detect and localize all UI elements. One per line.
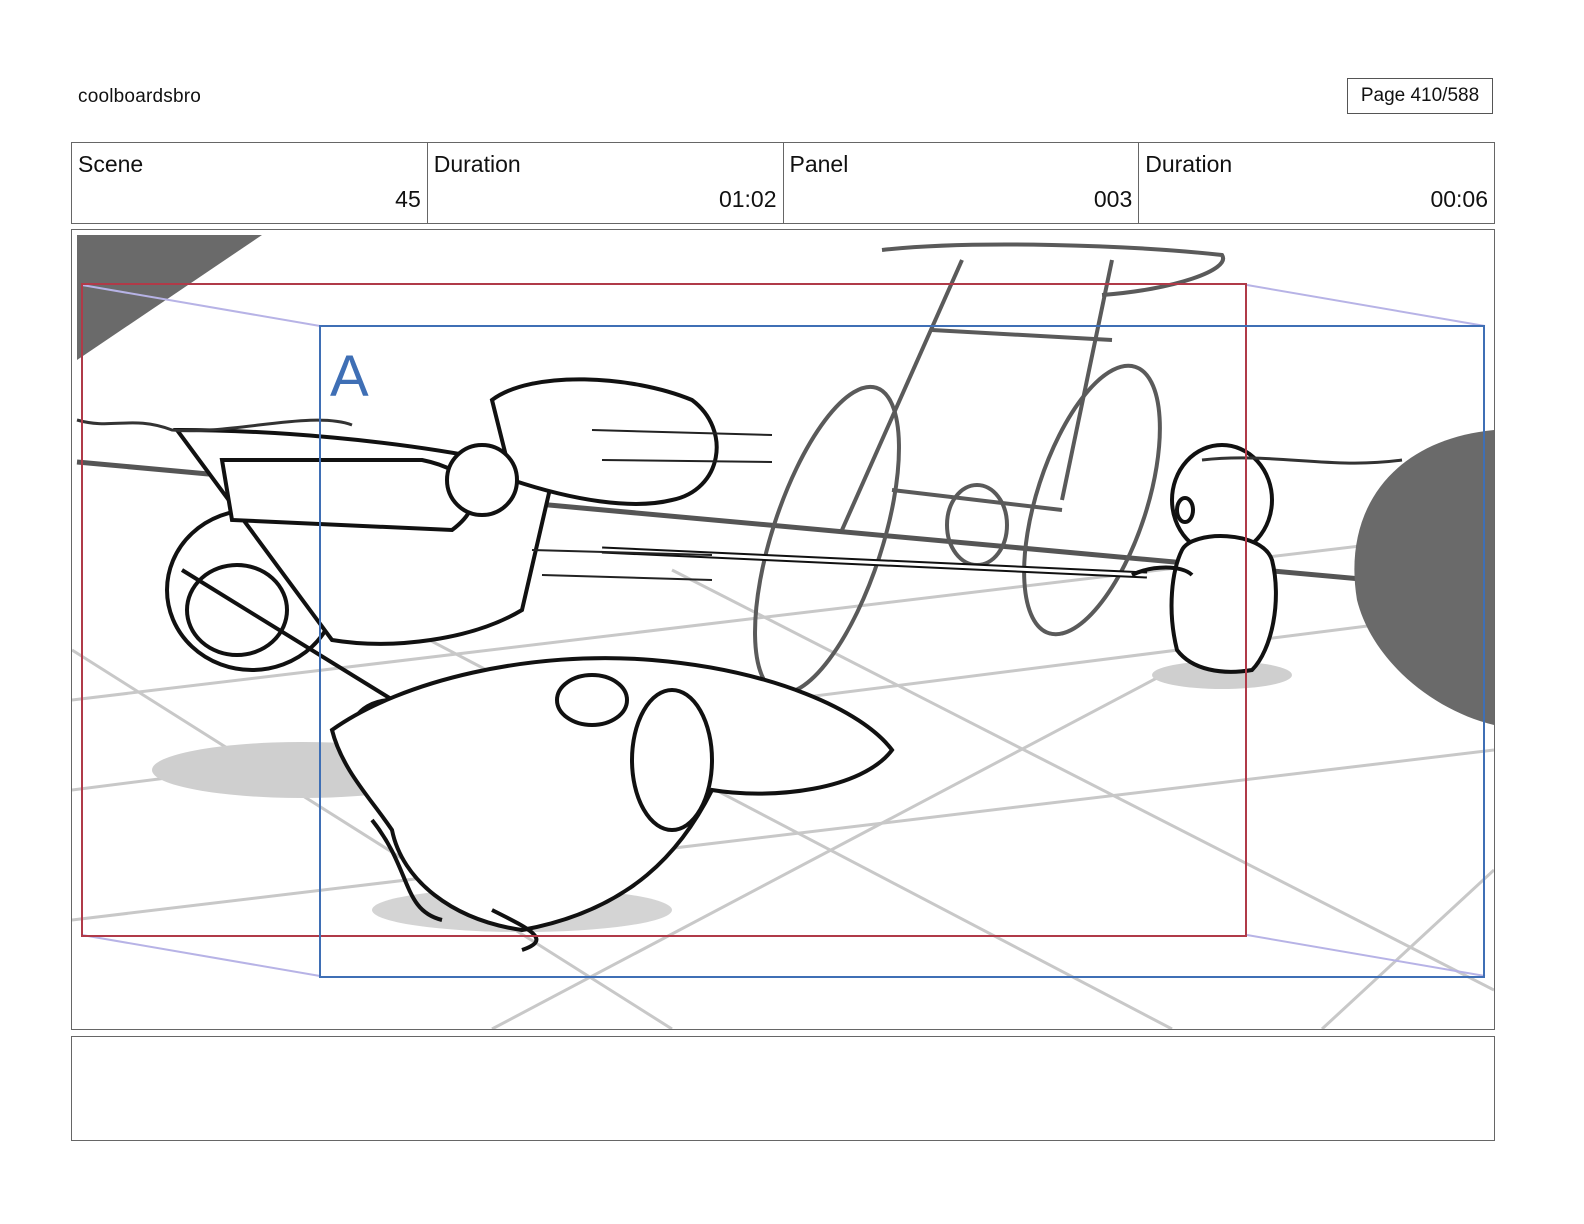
scene-duration-label: Duration xyxy=(433,151,521,177)
scene-duration-value: 01:02 xyxy=(718,186,777,212)
panel-duration-cell: Duration 00:06 xyxy=(1139,143,1494,223)
storyboard-panel: A xyxy=(71,229,1495,1030)
panel-drawing: A xyxy=(72,235,1494,1029)
bicycle-drawing xyxy=(753,242,1226,696)
background-sketch-line xyxy=(76,418,353,433)
panel-cell: Panel 003 xyxy=(784,143,1140,223)
scene-label: Scene xyxy=(78,151,144,177)
scene-cell: Scene 45 xyxy=(72,143,428,223)
scene-value: 45 xyxy=(395,186,421,212)
project-name: coolboardsbro xyxy=(78,86,202,107)
notes-box xyxy=(71,1036,1495,1141)
camera-frame-label: A xyxy=(330,344,369,409)
panel-duration-label: Duration xyxy=(1145,151,1233,177)
panel-value: 003 xyxy=(1093,186,1133,212)
panel-duration-value: 00:06 xyxy=(1430,186,1488,212)
panel-label: Panel xyxy=(789,151,849,177)
corner-shadow xyxy=(77,235,262,360)
info-bar: Scene 45 Duration 01:02 Panel 003 Durati… xyxy=(71,142,1495,224)
right-shadow xyxy=(1354,430,1494,725)
scene-duration-cell: Duration 01:02 xyxy=(428,143,784,223)
page-indicator: Page 410/588 xyxy=(1347,78,1493,114)
